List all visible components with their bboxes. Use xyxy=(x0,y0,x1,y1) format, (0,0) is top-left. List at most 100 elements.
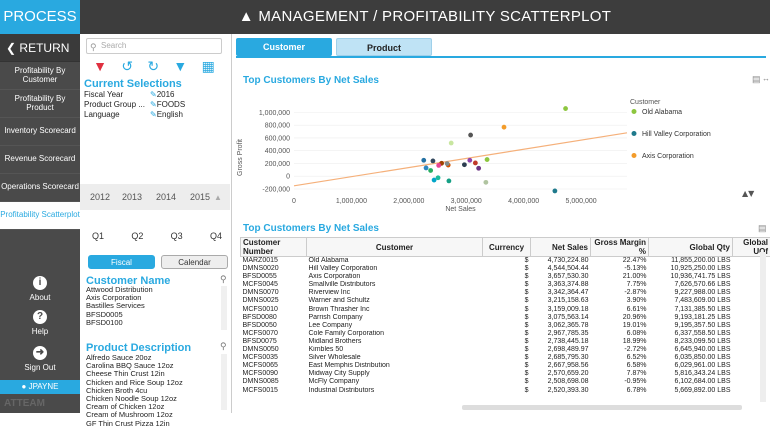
year-2014[interactable]: 2014 xyxy=(156,192,190,202)
table-scrollbar[interactable] xyxy=(760,252,766,402)
table-row[interactable]: MCFS0090Midway City Supply$2,570,659.207… xyxy=(241,370,770,378)
scatter-point[interactable] xyxy=(563,106,568,111)
legend-item[interactable]: Axis Corporation xyxy=(642,153,694,160)
help-icon: ? xyxy=(33,310,47,324)
quarter-q3[interactable]: Q3 xyxy=(171,231,183,241)
scatter-point[interactable] xyxy=(476,166,481,171)
table-row[interactable]: BFSD0050Lee Company$3,062,365.7819.01%9,… xyxy=(241,322,770,330)
year-2013[interactable]: 2013 xyxy=(122,192,156,202)
sign-out-button[interactable]: ➜Sign Out xyxy=(0,346,80,372)
return-button[interactable]: ❮ RETURN xyxy=(0,34,80,62)
nav-item-revenue-scorecard[interactable]: Revenue Scorecard xyxy=(0,146,80,174)
undo-icon[interactable]: ↺ xyxy=(121,58,133,74)
selection-row[interactable]: Language✎English xyxy=(84,110,224,120)
table-cell: 10,925,250.00 LBS xyxy=(649,265,733,273)
table-cell: 7.75% xyxy=(591,281,649,289)
table-cell: $ xyxy=(483,354,531,362)
quarter-q2[interactable]: Q2 xyxy=(131,231,143,241)
year-2012[interactable]: 2012 xyxy=(90,192,122,202)
nav-item-profitability-by-customer[interactable]: Profitability By Customer xyxy=(0,62,80,90)
table-row[interactable]: MARZ0015Old Alabama$4,730,224.8022.47%11… xyxy=(241,257,770,266)
customer-search-icon[interactable]: ⚲ xyxy=(220,274,227,285)
filter-icon[interactable]: ▼ xyxy=(173,58,187,74)
column-header[interactable]: Customer Number xyxy=(241,238,307,257)
table-cell: Kimbles 50 xyxy=(307,346,483,354)
table-row[interactable]: MCFS0070Cole Family Corporation$2,967,78… xyxy=(241,330,770,338)
table-row[interactable]: DMNS0070Riverview Inc$3,342,364.47-2.87%… xyxy=(241,289,770,297)
selection-row[interactable]: Product Group ...✎FOODS xyxy=(84,100,224,110)
scatter-point[interactable] xyxy=(485,157,490,162)
table-row[interactable]: DMNS0025Warner and Schultz$3,215,158.633… xyxy=(241,297,770,305)
product-item[interactable]: GF Thin Crust Pizza 12in xyxy=(86,420,218,428)
customer-list-scrollbar[interactable] xyxy=(221,286,227,330)
scatter-point[interactable] xyxy=(445,161,450,166)
column-header[interactable]: Global Qty xyxy=(649,238,733,257)
table-row[interactable]: DMNS0020Hill Valley Corporation$4,544,50… xyxy=(241,265,770,273)
fiscal-button[interactable]: Fiscal xyxy=(88,255,155,269)
scatter-point[interactable] xyxy=(502,125,507,130)
scatter-point[interactable] xyxy=(552,189,557,194)
table-row[interactable]: MCFS0045Smallville Distributors$3,363,37… xyxy=(241,281,770,289)
table-export-icon[interactable]: ▤ xyxy=(758,223,767,234)
y-tick-label: 800,000 xyxy=(265,123,290,130)
scatter-point[interactable] xyxy=(428,168,433,173)
x-tick-label: 5,000,000 xyxy=(565,198,596,205)
help-button[interactable]: ?Help xyxy=(0,310,80,336)
customer-item[interactable]: BFSD0100 xyxy=(86,319,218,327)
calendar-icon[interactable]: ▦ xyxy=(202,58,215,74)
quarter-q1[interactable]: Q1 xyxy=(92,231,104,241)
user-badge[interactable]: ● JPAYNE xyxy=(0,380,80,394)
redo-icon[interactable]: ↻ xyxy=(147,58,159,74)
table-row[interactable]: MCFS0010Brown Thrasher Inc$3,159,009.186… xyxy=(241,306,770,314)
column-header[interactable]: Gross Margin % xyxy=(591,238,649,257)
table-horizontal-scrollbar[interactable] xyxy=(462,405,742,410)
scatter-point[interactable] xyxy=(436,163,441,168)
legend-item[interactable]: Old Alabama xyxy=(642,109,682,116)
table-cell: 7,483,609.00 LBS xyxy=(649,297,733,305)
nav-item-profitability-by-product[interactable]: Profitability By Product xyxy=(0,90,80,118)
table-row[interactable]: BFSD0080Parrish Company$3,075,563.1420.9… xyxy=(241,314,770,322)
x-axis-label: Net Sales xyxy=(445,206,476,213)
scatter-point[interactable] xyxy=(468,133,473,138)
scatter-point[interactable] xyxy=(421,158,426,163)
table-row[interactable]: DMNS0085McFly Company$2,508,698.08-0.95%… xyxy=(241,378,770,386)
table-row[interactable]: DMNS0050Kimbles 50$2,698,489.97-2.72%6,6… xyxy=(241,346,770,354)
scatter-point[interactable] xyxy=(473,161,478,166)
filter-panel: ⚲Search ▼ ↺ ↻ ▼ ▦ Current Selections Fis… xyxy=(80,34,232,413)
clear-selections-icon[interactable]: ▼ xyxy=(93,58,107,74)
scatter-point[interactable] xyxy=(462,162,467,167)
table-row[interactable]: MCFS0015Industrial Distributors$2,520,39… xyxy=(241,387,770,395)
table-row[interactable]: MCFS0065East Memphis Distribution$2,667,… xyxy=(241,362,770,370)
scatter-point[interactable] xyxy=(483,180,488,185)
nav-item-inventory-scorecard[interactable]: Inventory Scorecard xyxy=(0,118,80,146)
search-input[interactable]: ⚲Search xyxy=(86,38,222,54)
nav-item-profitability-scatterplot[interactable]: Profitability Scatterplot xyxy=(0,202,80,230)
calendar-button[interactable]: Calendar xyxy=(161,255,228,269)
selection-row[interactable]: Fiscal Year✎2016 xyxy=(84,90,224,100)
product-list-scrollbar[interactable] xyxy=(221,354,227,410)
scatter-point[interactable] xyxy=(432,178,437,183)
column-header[interactable]: Customer xyxy=(307,238,483,257)
table-cell: McFly Company xyxy=(307,378,483,386)
nav-item-operations-scorecard[interactable]: Operations Scorecard xyxy=(0,174,80,202)
scatter-point[interactable] xyxy=(449,141,454,146)
year-2015[interactable]: 2015 xyxy=(190,192,214,202)
table-cell: Cole Family Corporation xyxy=(307,330,483,338)
scatter-point[interactable] xyxy=(431,159,436,164)
scatter-point[interactable] xyxy=(424,166,429,171)
about-button[interactable]: iAbout xyxy=(0,276,80,302)
column-header[interactable]: Currency xyxy=(483,238,531,257)
scatter-point[interactable] xyxy=(467,158,472,163)
y-tick-label: -200,000 xyxy=(262,187,290,194)
product-search-icon[interactable]: ⚲ xyxy=(220,341,227,352)
table-cell: 3,657,530.30 xyxy=(531,273,591,281)
table-row[interactable]: MCFS0035Silver Wholesale$2,685,795.306.5… xyxy=(241,354,770,362)
table-row[interactable]: BFSD0075Midland Brothers$2,738,445.1818.… xyxy=(241,338,770,346)
scatter-point[interactable] xyxy=(447,178,452,183)
year-scroll-icon[interactable]: ▲ xyxy=(214,193,222,202)
legend-item[interactable]: Hill Valley Corporation xyxy=(642,131,711,138)
table-row[interactable]: BFSD0055Axis Corporation$3,657,530.3021.… xyxy=(241,273,770,281)
column-header[interactable]: Net Sales xyxy=(531,238,591,257)
legend-nav-icon[interactable]: ▲▼ xyxy=(742,189,755,198)
quarter-q4[interactable]: Q4 xyxy=(210,231,222,241)
